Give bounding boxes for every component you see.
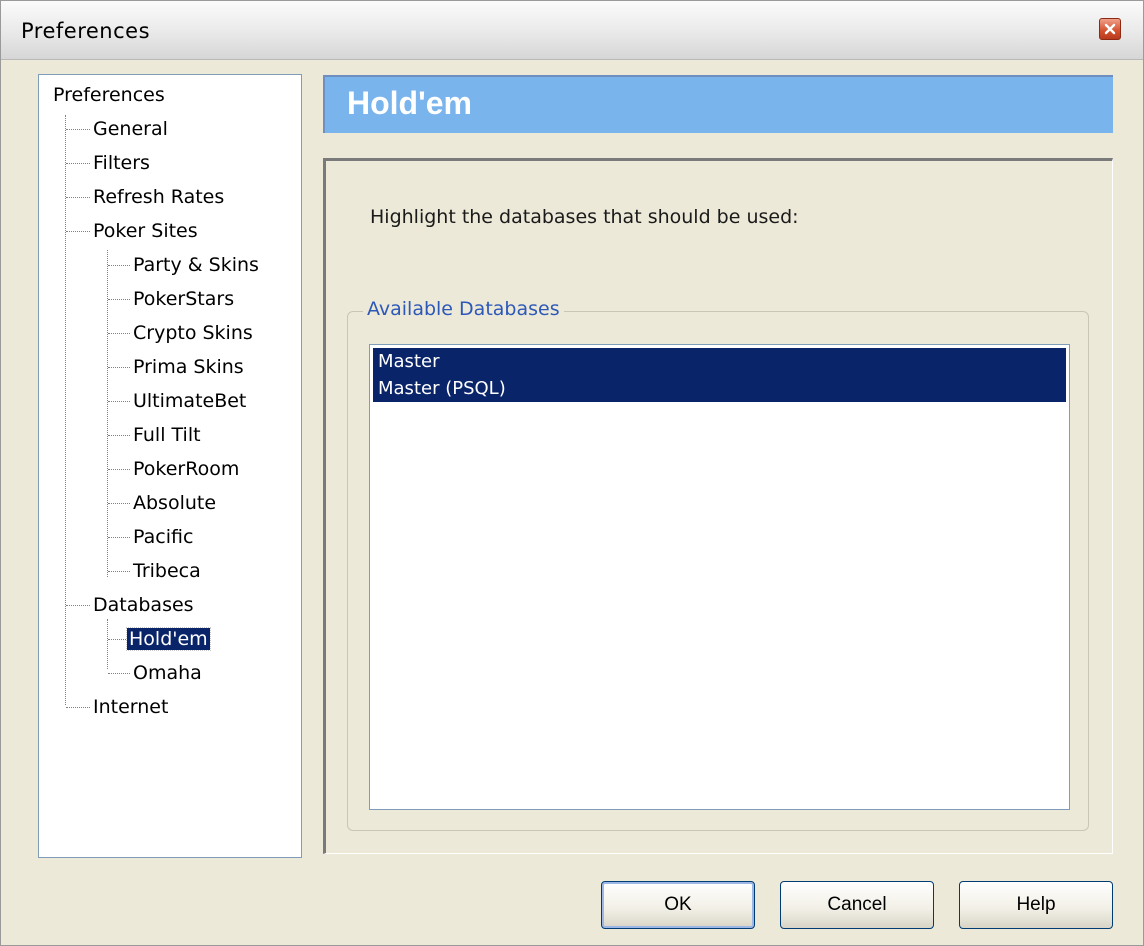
- tree-line: [65, 115, 66, 705]
- preferences-dialog: Preferences Preferences General Filters …: [0, 0, 1144, 946]
- database-listbox[interactable]: Master Master (PSQL): [369, 344, 1070, 810]
- tree-item-pokerroom[interactable]: PokerRoom: [131, 455, 241, 483]
- window-title: Preferences: [21, 19, 151, 43]
- tree-item-databases[interactable]: Databases: [91, 591, 196, 619]
- tree-item-crypto-skins[interactable]: Crypto Skins: [131, 319, 255, 347]
- tree-item-general[interactable]: General: [91, 115, 170, 143]
- tree-item-absolute[interactable]: Absolute: [131, 489, 218, 517]
- tree-line: [66, 197, 90, 198]
- tree-line: [108, 469, 130, 470]
- tree-item-label: Party & Skins: [133, 254, 259, 276]
- tree-line: [108, 639, 126, 640]
- tree-item-internet[interactable]: Internet: [91, 693, 170, 721]
- tree-line: [66, 707, 90, 708]
- tree-line: [108, 503, 130, 504]
- tree-item-tribeca[interactable]: Tribeca: [131, 557, 203, 585]
- cancel-button[interactable]: Cancel: [780, 881, 934, 929]
- tree-item-full-tilt[interactable]: Full Tilt: [131, 421, 203, 449]
- tree-item-ultimatebet[interactable]: UltimateBet: [131, 387, 248, 415]
- tree-item-label: PokerStars: [133, 288, 235, 310]
- tree-line: [107, 619, 108, 669]
- tree-item-preferences[interactable]: Preferences: [51, 81, 167, 109]
- tree-item-label: Pacific: [133, 526, 194, 548]
- tree-item-label: Databases: [93, 594, 194, 616]
- tree-line: [66, 605, 90, 606]
- tree-line: [108, 299, 130, 300]
- tree-item-label: Omaha: [133, 662, 202, 684]
- tree-line: [66, 129, 90, 130]
- group-label: Available Databases: [363, 298, 564, 320]
- tree-item-label: Internet: [93, 696, 169, 718]
- tree-line: [108, 571, 130, 572]
- tree-item-label: Crypto Skins: [133, 322, 253, 344]
- tree-line: [108, 367, 130, 368]
- close-icon: [1104, 23, 1116, 35]
- title-bar[interactable]: Preferences: [1, 1, 1143, 60]
- tree-item-label: Full Tilt: [133, 424, 201, 446]
- page-title: Hold'em: [347, 85, 472, 121]
- tree-line: [108, 333, 130, 334]
- tree-item-label: Absolute: [133, 492, 217, 514]
- tree-item-label: Refresh Rates: [93, 186, 225, 208]
- tree-item-pokerstars[interactable]: PokerStars: [131, 285, 236, 313]
- tree-line: [66, 231, 90, 232]
- tree-line: [108, 401, 130, 402]
- tree-item-omaha[interactable]: Omaha: [131, 659, 204, 687]
- tree-line: [66, 163, 90, 164]
- tree-line: [108, 673, 130, 674]
- tree-item-label: Filters: [93, 152, 150, 174]
- tree-item-filters[interactable]: Filters: [91, 149, 152, 177]
- tree-line: [108, 435, 130, 436]
- help-button[interactable]: Help: [959, 881, 1113, 929]
- list-item[interactable]: Master: [373, 348, 1066, 375]
- tree-item-label: Tribeca: [133, 560, 201, 582]
- tree-item-label: Prima Skins: [133, 356, 244, 378]
- tree-item-label: Hold'em: [126, 627, 211, 651]
- tree-item-party-skins[interactable]: Party & Skins: [131, 251, 261, 279]
- tree-line: [108, 265, 130, 266]
- list-item[interactable]: Master (PSQL): [373, 375, 1066, 402]
- tree-item-label: UltimateBet: [133, 390, 247, 412]
- tree-item-label: PokerRoom: [133, 458, 240, 480]
- instruction-text: Highlight the databases that should be u…: [370, 206, 799, 228]
- tree-item-poker-sites[interactable]: Poker Sites: [91, 217, 200, 245]
- tree-item-pacific[interactable]: Pacific: [131, 523, 195, 551]
- ok-button[interactable]: OK: [601, 881, 755, 929]
- tree-line: [108, 537, 130, 538]
- tree-item-label: Preferences: [53, 84, 165, 106]
- tree-item-label: General: [93, 118, 168, 140]
- page-header-banner: Hold'em: [323, 75, 1113, 133]
- tree-item-label: Poker Sites: [93, 220, 198, 242]
- close-button[interactable]: [1099, 18, 1121, 40]
- tree-item-holdem[interactable]: Hold'em: [126, 625, 211, 653]
- tree-item-refresh-rates[interactable]: Refresh Rates: [91, 183, 226, 211]
- preferences-tree[interactable]: Preferences General Filters Refresh Rate…: [38, 74, 302, 858]
- tree-item-prima-skins[interactable]: Prima Skins: [131, 353, 246, 381]
